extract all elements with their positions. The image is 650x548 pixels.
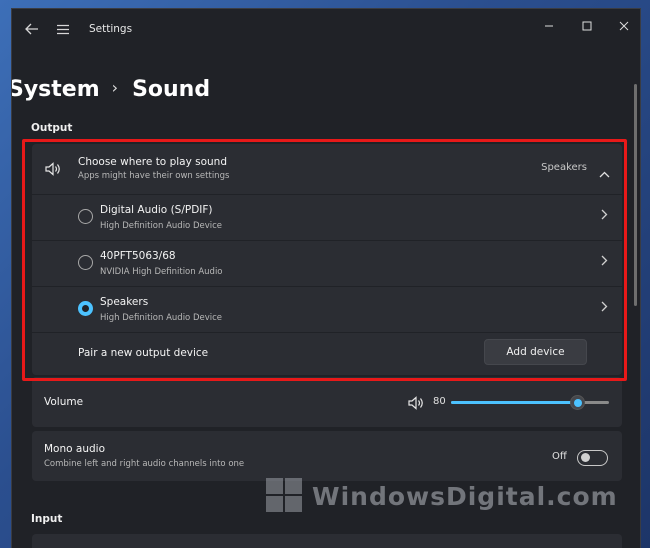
page-title: Sound [132, 77, 211, 102]
breadcrumb-parent[interactable]: System [12, 77, 100, 102]
scrollbar[interactable] [634, 84, 637, 306]
output-device-row[interactable]: Digital Audio (S/PDIF) High Definition A… [32, 194, 622, 239]
watermark-text: WindowsDigital.com [312, 481, 618, 511]
add-device-button[interactable]: Add device [484, 339, 587, 365]
chevron-up-icon[interactable] [599, 163, 610, 182]
mono-audio-subtitle: Combine left and right audio channels in… [44, 459, 245, 469]
input-card [32, 534, 622, 548]
radio-button[interactable] [78, 209, 93, 224]
maximize-icon[interactable] [573, 15, 601, 37]
windows-logo-icon [266, 478, 304, 514]
device-description: High Definition Audio Device [100, 221, 223, 231]
pair-device-row: Pair a new output device Add device [32, 332, 622, 375]
choose-output-title: Choose where to play sound [78, 156, 228, 168]
device-name: Digital Audio (S/PDIF) [100, 204, 213, 216]
choose-output-header[interactable]: Choose where to play sound Apps might ha… [32, 144, 622, 194]
minimize-icon[interactable] [535, 15, 563, 37]
device-description: High Definition Audio Device [100, 313, 223, 323]
chevron-right-icon[interactable] [601, 208, 608, 224]
device-description: NVIDIA High Definition Audio [100, 267, 223, 277]
watermark: WindowsDigital.com [266, 478, 618, 514]
breadcrumb: System › Sound [12, 77, 211, 102]
output-section-label: Output [31, 122, 73, 134]
radio-button[interactable] [78, 255, 93, 270]
close-icon[interactable] [610, 15, 638, 37]
back-arrow-icon[interactable] [20, 17, 44, 41]
title-bar: Settings [12, 9, 640, 49]
speaker-icon [45, 161, 63, 180]
settings-window: Settings System › Sound Output Choose wher… [11, 8, 641, 548]
mono-audio-toggle[interactable] [577, 450, 608, 466]
device-name: Speakers [100, 296, 149, 308]
breadcrumb-separator: › [111, 78, 119, 97]
mono-audio-card: Mono audio Combine left and right audio … [32, 431, 622, 481]
volume-slider[interactable] [451, 395, 609, 410]
choose-output-subtitle: Apps might have their own settings [78, 171, 230, 181]
output-device-row[interactable]: 40PFT5063/68 NVIDIA High Definition Audi… [32, 240, 622, 285]
pair-device-label: Pair a new output device [78, 347, 209, 359]
selected-output-value: Speakers [541, 162, 587, 173]
radio-button-selected[interactable] [78, 301, 93, 316]
choose-output-card: Choose where to play sound Apps might ha… [32, 144, 622, 375]
hamburger-icon[interactable] [51, 17, 75, 41]
device-name: 40PFT5063/68 [100, 250, 176, 262]
app-title: Settings [89, 23, 133, 35]
chevron-right-icon[interactable] [601, 300, 608, 316]
volume-value: 80 [433, 396, 446, 407]
mono-audio-state: Off [552, 451, 567, 462]
volume-speaker-icon[interactable] [408, 395, 426, 414]
volume-slider-fill [451, 401, 578, 404]
chevron-right-icon[interactable] [601, 254, 608, 270]
input-section-label: Input [31, 513, 63, 525]
output-device-row[interactable]: Speakers High Definition Audio Device [32, 286, 622, 331]
volume-label: Volume [44, 396, 84, 408]
mono-audio-title: Mono audio [44, 443, 105, 455]
